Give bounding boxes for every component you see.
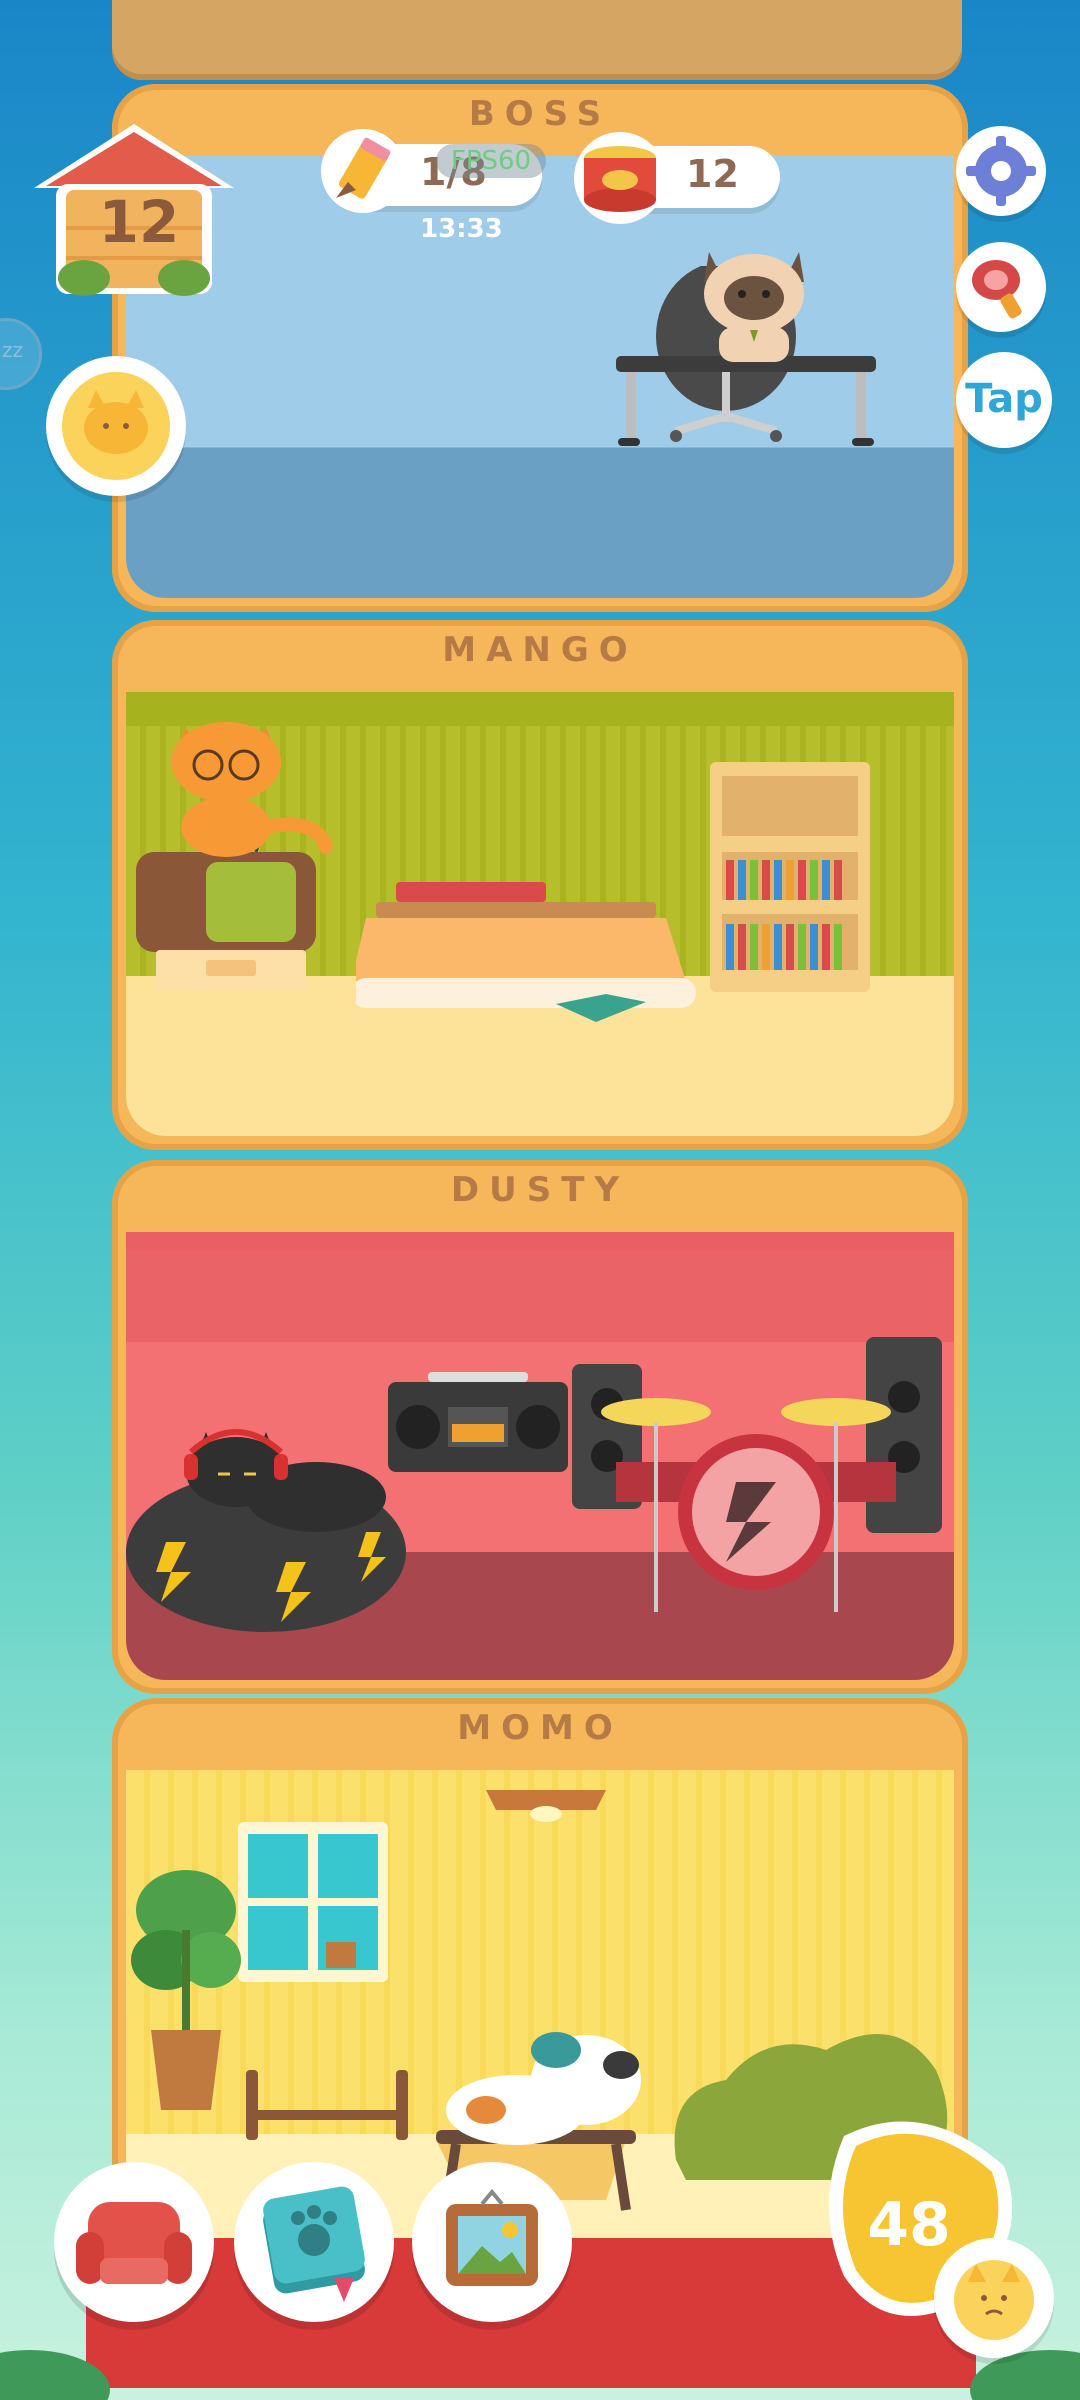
cat-face-icon bbox=[62, 372, 170, 480]
treat-button[interactable] bbox=[956, 242, 1046, 332]
paw-book-icon bbox=[263, 2186, 365, 2302]
gear-icon bbox=[966, 136, 1036, 206]
bookshelf bbox=[710, 762, 870, 992]
sleep-indicator-label: zz bbox=[2, 338, 23, 362]
fps-counter: FPS60 bbox=[436, 144, 546, 178]
cans-count: 12 bbox=[686, 152, 739, 196]
floor-name: MANGO bbox=[442, 630, 638, 670]
pencil-icon bbox=[321, 129, 405, 213]
cat-mood-button[interactable] bbox=[934, 2238, 1054, 2358]
floor-name: DUSTY bbox=[450, 1170, 630, 1210]
furniture-button[interactable] bbox=[54, 2162, 214, 2322]
dusty-cat[interactable] bbox=[166, 1412, 386, 1542]
gallery-button[interactable] bbox=[412, 2162, 572, 2322]
window bbox=[238, 1822, 388, 1982]
boss-room bbox=[126, 156, 954, 598]
settings-button[interactable] bbox=[956, 126, 1046, 216]
momo-cat[interactable] bbox=[446, 2020, 666, 2150]
dusty-room bbox=[126, 1232, 954, 1680]
kotatsu-table bbox=[356, 882, 696, 1022]
picture-frame-icon bbox=[446, 2188, 538, 2286]
boss-cat[interactable] bbox=[694, 242, 814, 362]
tap-label: Tap bbox=[965, 376, 1043, 422]
ceiling-lamp bbox=[486, 1790, 606, 1822]
potted-plant bbox=[131, 1870, 241, 2110]
armchair-icon bbox=[76, 2202, 192, 2284]
mango-cat[interactable] bbox=[166, 717, 346, 857]
floor-mango[interactable]: MANGO bbox=[112, 620, 968, 1150]
tap-button[interactable]: Tap bbox=[956, 352, 1052, 448]
drum-kit bbox=[601, 1398, 896, 1612]
sad-cat-face-icon bbox=[954, 2260, 1034, 2340]
meat-treat-icon bbox=[972, 260, 1022, 319]
cat-list-button[interactable] bbox=[46, 356, 186, 496]
house-level: 12 bbox=[98, 188, 180, 256]
catbook-button[interactable] bbox=[234, 2162, 394, 2322]
cat-food-can-icon bbox=[574, 132, 666, 224]
floor-dusty[interactable]: DUSTY bbox=[112, 1160, 968, 1694]
task-timer: 13:33 bbox=[420, 214, 503, 244]
floor-name: MOMO bbox=[457, 1708, 623, 1748]
mango-room bbox=[126, 692, 954, 1136]
tower-top bbox=[112, 0, 962, 80]
bushes-decoration bbox=[0, 2350, 1080, 2400]
bench bbox=[246, 2070, 408, 2140]
